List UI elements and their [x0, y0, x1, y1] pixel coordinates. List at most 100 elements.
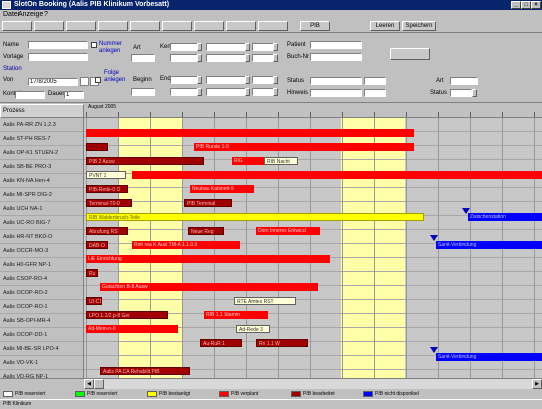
menu-datei[interactable]: Datei	[3, 10, 19, 20]
bar-r4b[interactable]	[132, 171, 542, 179]
ende-spinner-1[interactable]	[273, 43, 278, 51]
ende-spinner-3[interactable]	[197, 76, 202, 84]
process-row-label[interactable]: Aalis OCCR-MO-3	[0, 244, 83, 258]
zeit-spinner-3[interactable]	[273, 76, 278, 84]
toolbar-button-3[interactable]	[66, 21, 96, 31]
calendar-icon[interactable]	[80, 77, 89, 86]
bar-r9-blue[interactable]: Sanit-Verbindung	[436, 241, 542, 249]
ende-field-1[interactable]	[252, 43, 274, 51]
kennung-spinner-2[interactable]	[197, 54, 202, 62]
bar-r8a[interactable]: Abrufung RS	[86, 227, 128, 235]
bar-r3a[interactable]: PIB 2 Ausw	[86, 157, 204, 165]
horizontal-scrollbar[interactable]: ◀ ▶	[84, 378, 542, 389]
process-row-label[interactable]: Aalis PA-RR ZN 1.2.3	[0, 118, 83, 132]
bar-r7-blue[interactable]: Zwischenstation	[468, 213, 542, 221]
zeit-field-4[interactable]	[252, 88, 274, 96]
process-row-label[interactable]: Aalis VD-VK-1	[0, 356, 83, 370]
zeit-field-2[interactable]	[206, 88, 246, 96]
menu-anzeige[interactable]: Anzeige	[18, 10, 43, 20]
toolbar-button-7[interactable]	[194, 21, 224, 31]
status-field-2[interactable]	[450, 89, 472, 97]
name-field[interactable]	[28, 41, 88, 49]
process-row-label[interactable]: Aalis UC-RO BIG-7	[0, 216, 83, 230]
zeit-field-1[interactable]	[206, 76, 246, 84]
bar-r10[interactable]: LiE Einrichtung	[86, 255, 330, 263]
ende-field-2[interactable]	[252, 54, 274, 62]
process-row-label[interactable]: Aalis UCH NA-1	[0, 202, 83, 216]
bar-r11[interactable]: Ru	[86, 269, 98, 277]
toolbar-button-8[interactable]	[226, 21, 256, 31]
folge-checkbox[interactable]	[95, 77, 101, 83]
scroll-left-icon[interactable]: ◀	[84, 379, 94, 389]
toolbar-button-1[interactable]	[2, 21, 32, 31]
ende-field-4[interactable]	[170, 88, 198, 96]
kennung-field-2[interactable]	[170, 54, 198, 62]
process-row-label[interactable]: Aalis CSOP-RO-4	[0, 272, 83, 286]
toolbar-button-2[interactable]	[34, 21, 64, 31]
process-row-label[interactable]: Aalis KN-NA Hen-4	[0, 174, 83, 188]
vorlage-field[interactable]	[28, 53, 88, 61]
bar-r15b[interactable]: Ad-Rede 3	[236, 325, 270, 333]
bar-r1[interactable]	[86, 129, 414, 137]
kennung-spinner-1[interactable]	[197, 43, 202, 51]
bar-r14b[interactable]: RIB 1.1 Stamm	[204, 311, 268, 319]
beginn-field-1[interactable]	[206, 43, 246, 51]
bar-r6a[interactable]: Terminal-T0-0	[86, 199, 132, 207]
process-row-label[interactable]: Aalis MI-SPR DIG-2	[0, 188, 83, 202]
bar-r2a[interactable]	[86, 143, 108, 151]
bar-r14a[interactable]: LPO 1.1/2 p-8 Ger	[86, 311, 168, 319]
bar-r8c[interactable]: Dom Inneres Entwiccl	[256, 227, 320, 235]
bar-r12[interactable]: Gutachten B-8 Ausw	[100, 283, 318, 291]
kontakt-field[interactable]	[15, 91, 45, 99]
process-row-label[interactable]: Aalis MI-BE-SR LPO-4	[0, 342, 83, 356]
bar-r2b[interactable]: PIB Runde 1-9	[194, 143, 414, 151]
zeit-spinner-4[interactable]	[273, 88, 278, 96]
scroll-right-icon[interactable]: ▶	[532, 379, 542, 389]
ende-spinner-4[interactable]	[197, 88, 202, 96]
process-row-label[interactable]: Aalis HR-NT BKD-O	[0, 230, 83, 244]
process-row-label[interactable]: Aalis SB-OPI-MR-4	[0, 314, 83, 328]
bar-r16a[interactable]: Au-RuR 1	[200, 339, 242, 347]
bar-r13a[interactable]: UI-C1	[86, 297, 102, 305]
process-row-label[interactable]: Aalis OCOP-DD-1	[0, 328, 83, 342]
art-field-2[interactable]	[450, 77, 478, 85]
toolbar-speichern-button[interactable]: Speichern	[402, 21, 436, 31]
von-field[interactable]: 17/8/2005	[28, 78, 78, 86]
bar-r8b[interactable]: Neue Reg	[188, 227, 224, 235]
bar-r9b[interactable]: Roh rea K Ausl TM-A 1.1.0.9	[132, 241, 240, 249]
scroll-thumb[interactable]	[94, 379, 104, 389]
hinweis-extra-field[interactable]	[364, 89, 386, 97]
bar-r6b[interactable]: PIB Terminal	[184, 199, 232, 207]
bar-r7[interactable]: RIB Waldenbruch-Teile	[86, 213, 424, 221]
process-row-label[interactable]: Aalis OCOP-RO-2	[0, 286, 83, 300]
bar-r4a[interactable]: PVNT 1	[86, 171, 126, 179]
process-row-label[interactable]: Aalis OP-K1 STUEN-2	[0, 146, 83, 160]
ende-field-3[interactable]	[170, 76, 198, 84]
patient-field[interactable]	[310, 41, 362, 49]
nummer-checkbox[interactable]	[91, 42, 97, 48]
toolbar-button-6[interactable]	[162, 21, 192, 31]
ende-spinner-2[interactable]	[273, 54, 278, 62]
maximize-button[interactable]: □	[521, 1, 531, 9]
menu-help[interactable]: ?	[44, 10, 48, 20]
bar-r17-blue[interactable]: Sanit-Verbindung	[436, 353, 542, 361]
bar-r18[interactable]: Aalis PA CA Rehabilit PIB	[100, 367, 190, 375]
toolbar-leeren-button[interactable]: Leeren	[370, 21, 400, 31]
dauer-field[interactable]: 1	[64, 91, 84, 99]
process-row-label[interactable]: Aalis SB-BE PRO-3	[0, 160, 83, 174]
ok-button[interactable]	[390, 48, 430, 60]
beginn-spinner-1[interactable]	[245, 43, 250, 51]
status-spinner-2[interactable]	[472, 89, 477, 97]
art-field[interactable]	[131, 54, 155, 62]
zeit-field-3[interactable]	[252, 76, 274, 84]
bar-r3b[interactable]: RiG	[232, 157, 264, 165]
folge-anlegen-link[interactable]: Folge anlegen	[104, 70, 130, 84]
process-row-label[interactable]: Aalis ST-PH RES-7	[0, 132, 83, 146]
beginn-spinner-2[interactable]	[245, 54, 250, 62]
beginn-field-2[interactable]	[206, 54, 246, 62]
bar-r5b[interactable]: Neubau Kabinett-9	[190, 185, 254, 193]
minimize-button[interactable]: _	[511, 1, 521, 9]
process-row-label[interactable]: Aalis H0-GFR NP-1	[0, 258, 83, 272]
status-field[interactable]	[310, 77, 362, 85]
bar-r15a[interactable]: Ad-Mein-n-0	[86, 325, 178, 333]
